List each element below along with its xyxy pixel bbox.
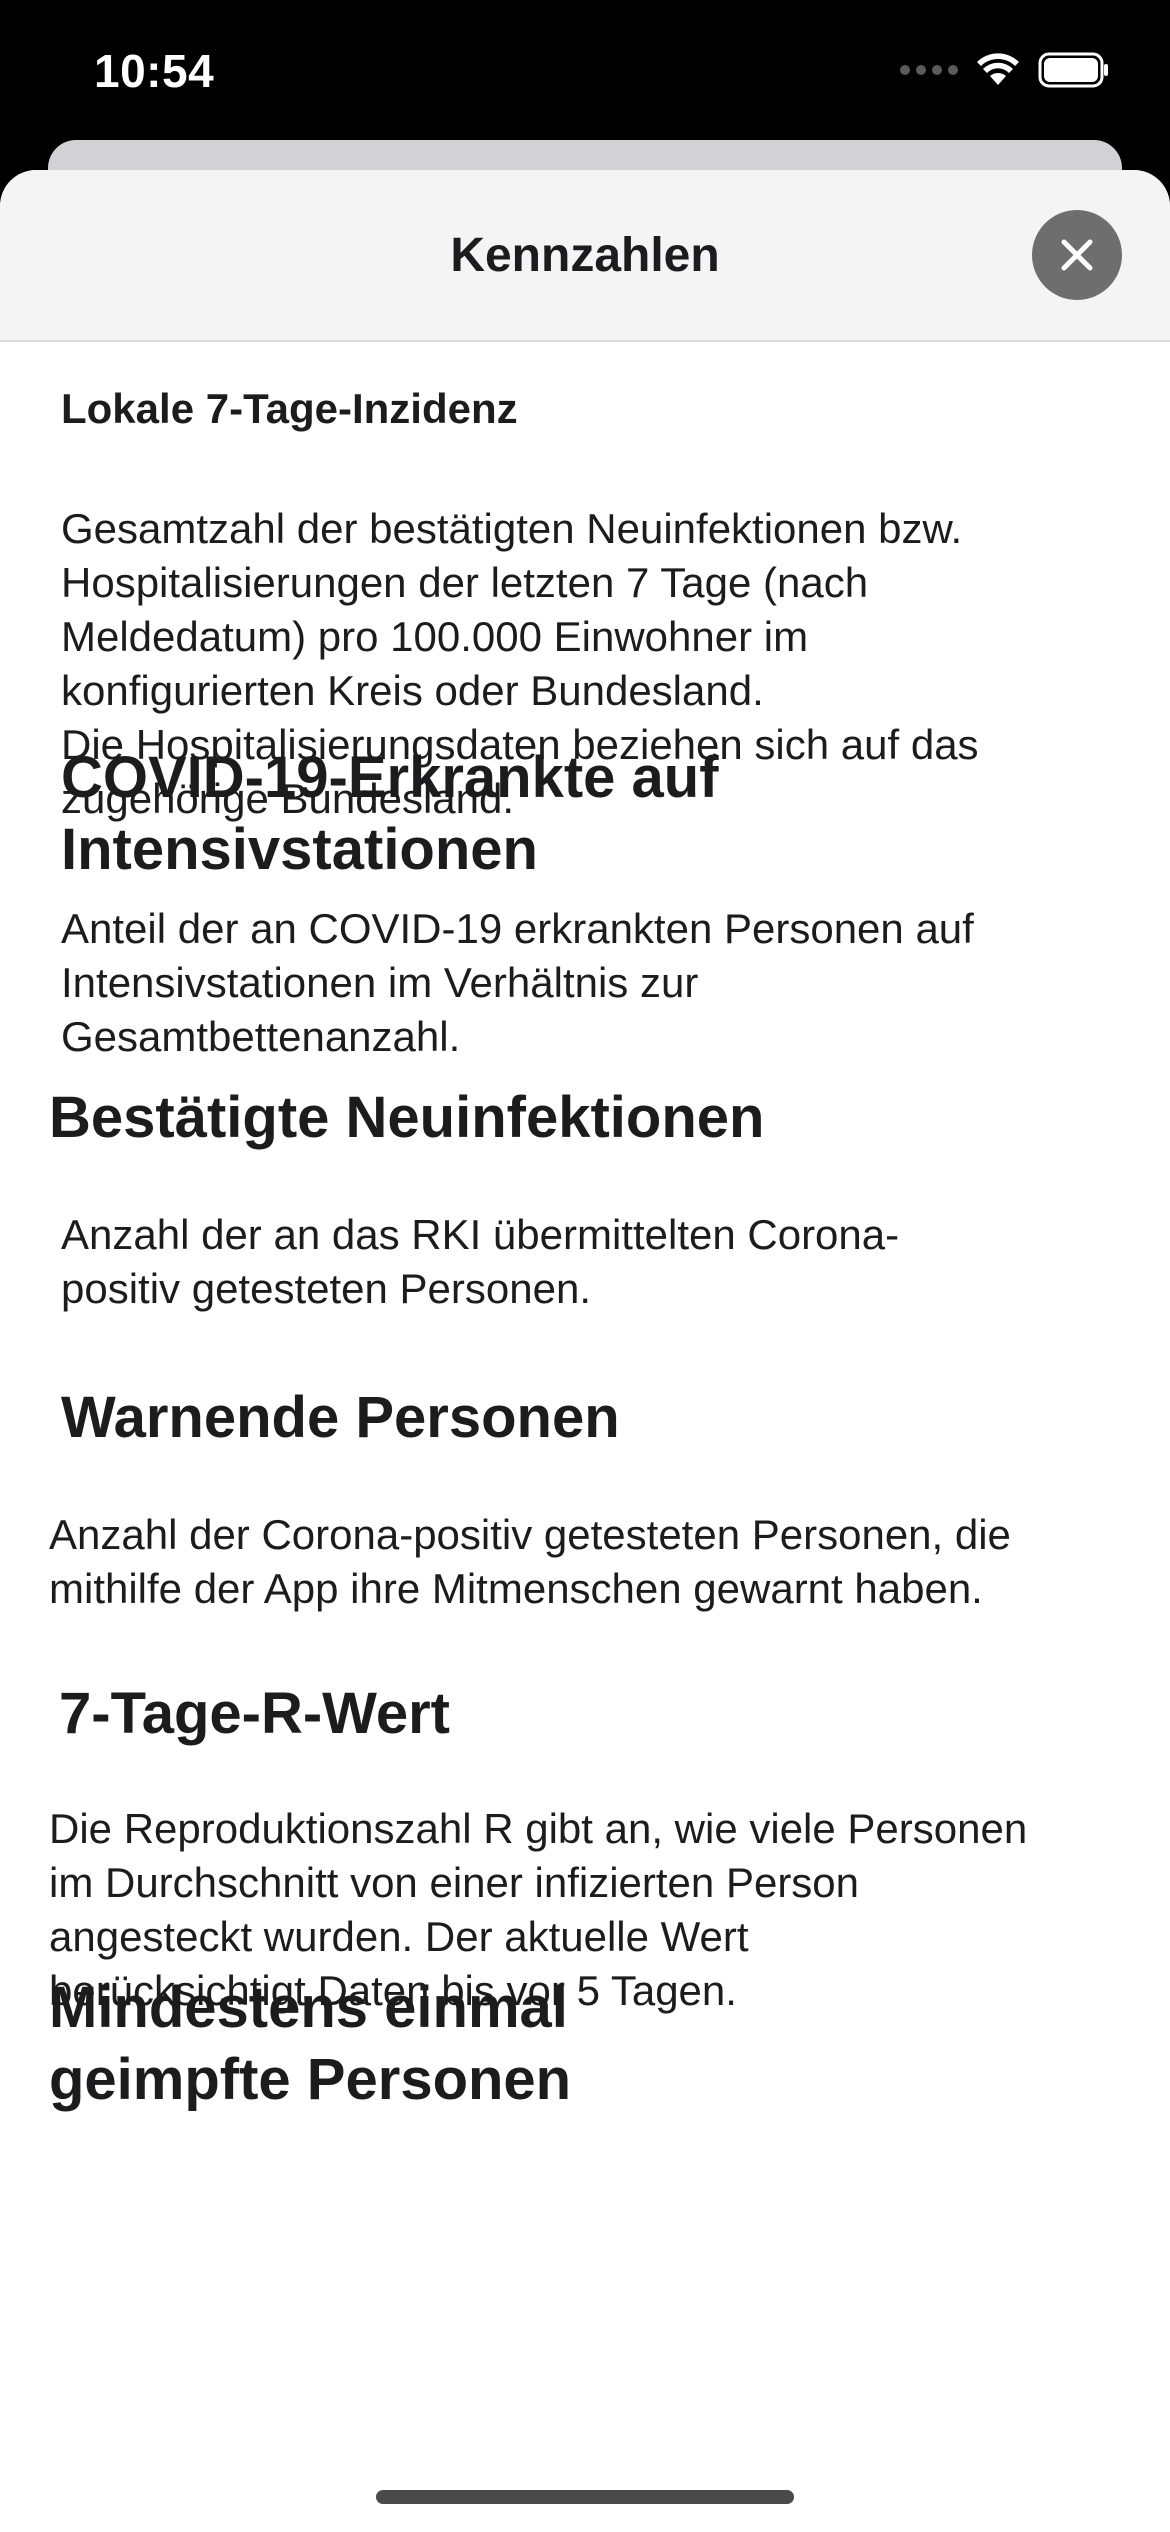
wifi-icon [977,53,1019,85]
status-icons [900,52,1110,88]
section-icu-text: Anteil der an COVID-19 erkrankten Person… [61,902,1141,1064]
section-text: Anzahl der Corona-positiv getesteten Per… [49,1511,1011,1612]
section-heading: Bestätigte Neuinfektionen [49,1085,765,1150]
section-heading: COVID-19-Erkrankte auf Intensivstationen [61,745,719,882]
status-time: 10:54 [94,45,215,97]
cellular-signal-icon [900,65,958,75]
close-button[interactable] [1032,210,1122,300]
section-vaccinated: Mindestens einmal geimpfte Personen [49,1972,1149,2116]
section-new-infections-text: Anzahl der an das RKI übermittelten Coro… [61,1208,1141,1316]
home-indicator[interactable] [376,2490,794,2504]
section-heading: Warnende Personen [61,1385,620,1450]
section-text: Anteil der an COVID-19 erkrankten Person… [61,905,974,1060]
section-text: Anzahl der an das RKI übermittelten Coro… [61,1211,900,1312]
section-icu: COVID-19-Erkrankte auf Intensivstationen [61,742,1141,886]
section-warning-persons-text: Anzahl der Corona-positiv getesteten Per… [49,1508,1149,1616]
section-local-incidence: Lokale 7-Tage-Inzidenz [61,382,518,436]
sheet-header: Kennzahlen [0,170,1170,342]
section-new-infections: Bestätigte Neuinfektionen [49,1082,1149,1154]
section-heading: Mindestens einmal geimpfte Personen [49,1975,572,2112]
close-icon [1061,239,1093,271]
section-heading: 7-Tage-R-Wert [59,1681,450,1746]
status-bar: 10:54 [0,0,1170,150]
section-warning-persons: Warnende Personen [61,1382,1141,1454]
section-heading: Lokale 7-Tage-Inzidenz [61,385,518,432]
sheet-title: Kennzahlen [450,229,720,282]
section-r-value: 7-Tage-R-Wert [59,1678,1139,1750]
battery-icon [1038,52,1108,88]
